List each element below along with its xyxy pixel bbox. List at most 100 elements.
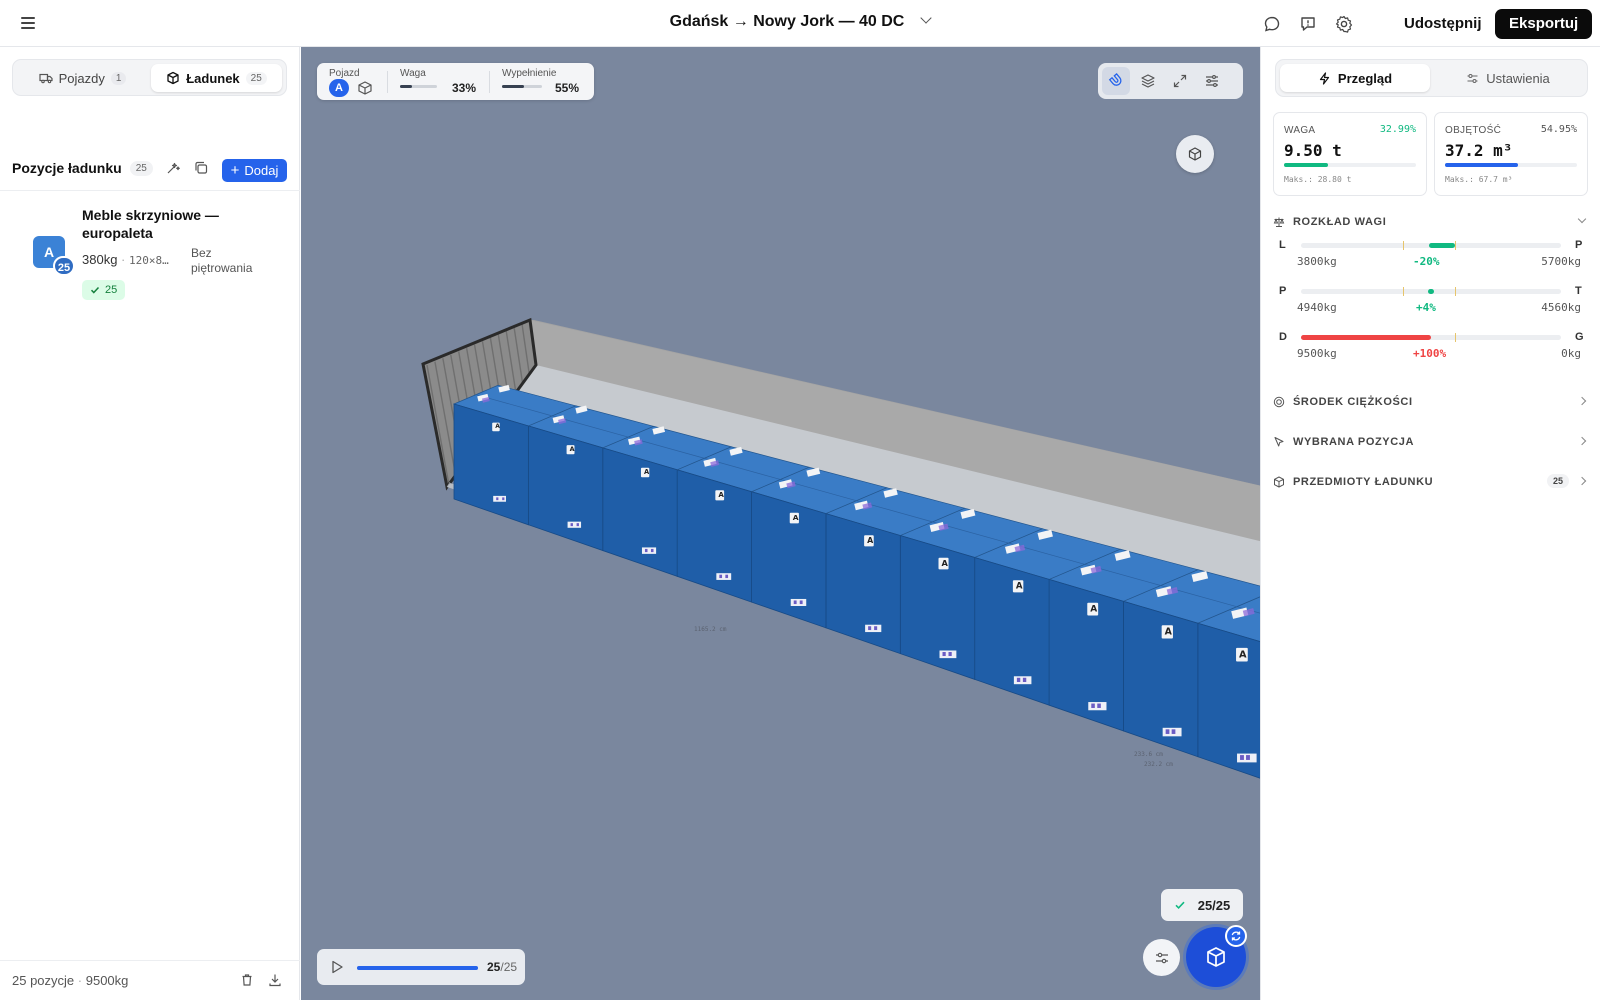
box-barcode-mark (1240, 755, 1244, 760)
box-barcode (716, 573, 732, 580)
selected-item-toggle[interactable]: WYBRANA POZYCJA (1273, 432, 1589, 452)
view-cube-button[interactable] (1176, 135, 1214, 173)
download-icon[interactable] (268, 973, 282, 987)
box-barcode-mark (719, 574, 723, 579)
hud-weight-label: Waga (400, 68, 426, 79)
dist-row-left-right: L P 3800kg -20% 5700kg (1273, 239, 1582, 281)
cargo-box-front (527, 425, 604, 552)
chevron-down-icon (1577, 214, 1587, 224)
duplicate-icon[interactable] (193, 160, 209, 176)
weight-card-bar (1284, 163, 1416, 167)
weight-card-value: 9.50 t (1284, 141, 1342, 160)
viewport-toolbar (1098, 63, 1243, 99)
footer-count: 25 pozycje (12, 973, 75, 988)
cargo-items-header: Pozycje ładunku 25 (12, 160, 153, 176)
box-label-letter: A (1016, 582, 1023, 592)
box-barcode-mark (650, 548, 654, 553)
box-label-letter: A (644, 468, 650, 476)
box-barcode (567, 521, 582, 528)
playback-counter: 25/25 (487, 960, 517, 974)
volume-card-max: Maks.: 67.7 m³ (1445, 175, 1513, 184)
cargo-list-item[interactable]: A 25 Meble skrzyniowe — europaleta 380kg… (0, 200, 300, 300)
share-button[interactable]: Udostępnij (1398, 9, 1488, 39)
box-barcode-mark (1097, 703, 1101, 708)
divider (387, 71, 388, 93)
dist-front-label: P (1279, 285, 1287, 297)
box-label-letter: A (1239, 650, 1247, 661)
box-barcode-mark (576, 523, 579, 527)
box-barcode-mark (570, 523, 573, 527)
dist-balance: +100% (1413, 347, 1447, 360)
tab-cargo-count: 25 (245, 71, 267, 85)
viewport-hud: Pojazd A Waga 33% Wypełnienie 55% (317, 63, 594, 100)
item-stacking: Bez piętrowania (191, 246, 253, 275)
left-tab-switcher: Pojazdy 1 Ładunek 25 (12, 59, 287, 96)
tab-cargo[interactable]: Ładunek 25 (151, 64, 282, 92)
hud-vehicle-badge[interactable]: A (329, 79, 349, 97)
box-barcode-mark (1246, 755, 1250, 760)
tab-vehicles-count: 1 (110, 71, 127, 85)
add-item-button[interactable]: + Dodaj (222, 159, 287, 182)
weight-distribution-toggle[interactable]: ROZKŁAD WAGI (1273, 212, 1589, 232)
export-button[interactable]: Eksportuj (1495, 9, 1593, 39)
play-icon[interactable] (329, 959, 345, 975)
box-barcode (939, 650, 957, 659)
tab-settings[interactable]: Ustawienia (1433, 64, 1583, 92)
dist-left-value: 3800kg (1297, 255, 1337, 268)
divider (489, 71, 490, 93)
footer-summary: 25 pozycje · 9500kg (12, 973, 129, 988)
tab-vehicles[interactable]: Pojazdy 1 (17, 64, 148, 92)
truck-icon (38, 73, 53, 84)
cargo-box-front (825, 513, 901, 655)
fullscreen-icon[interactable] (1166, 67, 1194, 95)
chat-icon[interactable] (1262, 14, 1282, 34)
view-settings-icon[interactable] (1198, 67, 1226, 95)
trash-icon[interactable] (240, 973, 254, 987)
cargo-items-toggle[interactable]: PRZEDMIOTY ŁADUNKU 25 (1273, 472, 1589, 492)
sliders-icon (1155, 952, 1168, 963)
magnet-icon[interactable] (1102, 67, 1130, 95)
box-barcode-mark (1171, 729, 1176, 734)
center-of-gravity-toggle[interactable]: ŚRODEK CIĘŻKOŚCI (1273, 392, 1589, 412)
box-barcode-mark (644, 548, 648, 553)
container-icon[interactable] (357, 80, 373, 96)
box-icon (1207, 947, 1225, 967)
feedback-icon[interactable] (1298, 14, 1318, 34)
width-dimension-label: 232.2 cm (1144, 761, 1173, 768)
dist-row-front-back: P T 4940kg +4% 4560kg (1273, 285, 1582, 327)
container-scene[interactable]: AAAAAAAAAAAAA 1165.2 cm 233.6 cm 232.2 c… (301, 47, 1260, 1000)
box-barcode-mark (868, 626, 872, 631)
refresh-icon[interactable] (1225, 925, 1247, 947)
item-placed-badge: 25 (82, 280, 126, 300)
volume-card-bar (1445, 163, 1577, 167)
tab-overview[interactable]: Przegląd (1280, 64, 1430, 92)
box-barcode-mark (942, 652, 946, 657)
left-sidebar: Pojazdy 1 Ładunek 25 Pozycje ładunku 25 … (0, 47, 300, 1000)
weight-card: WAGA 32.99% 9.50 t Maks.: 28.80 t (1273, 112, 1427, 196)
magic-wand-icon[interactable] (165, 160, 181, 176)
filter-button[interactable] (1143, 939, 1180, 976)
layers-icon[interactable] (1134, 67, 1162, 95)
divider (0, 190, 300, 191)
playback-slider[interactable] (357, 966, 478, 970)
box-label-letter: A (1090, 605, 1097, 615)
cargo-box-front (1048, 578, 1124, 732)
box-barcode-mark (793, 600, 797, 605)
dist-bottom-value: 9500kg (1297, 347, 1337, 360)
plan-title[interactable]: Gdańsk → Nowy Jork — 40 DC (0, 12, 1600, 31)
box-barcode-mark (874, 626, 878, 631)
3d-viewport[interactable]: AAAAAAAAAAAAA 1165.2 cm 233.6 cm 232.2 c… (301, 47, 1260, 1000)
item-name: Meble skrzyniowe — europaleta (82, 207, 219, 241)
settings-gear-icon[interactable] (1334, 14, 1354, 34)
cargo-box-front (602, 447, 678, 577)
box-label-letter: A (570, 446, 575, 453)
cargo-items-title: Pozycje ładunku (12, 160, 122, 176)
dist-balance: +4% (1416, 301, 1436, 314)
box-icon (1274, 476, 1284, 488)
cargo-box-front (899, 535, 976, 680)
item-meta: 380kg · 120×8… (82, 252, 169, 267)
tab-vehicles-label: Pojazdy (58, 70, 105, 86)
dist-left-label: L (1279, 239, 1286, 251)
playback-total: /25 (500, 960, 518, 974)
chevron-right-icon (1577, 396, 1587, 406)
